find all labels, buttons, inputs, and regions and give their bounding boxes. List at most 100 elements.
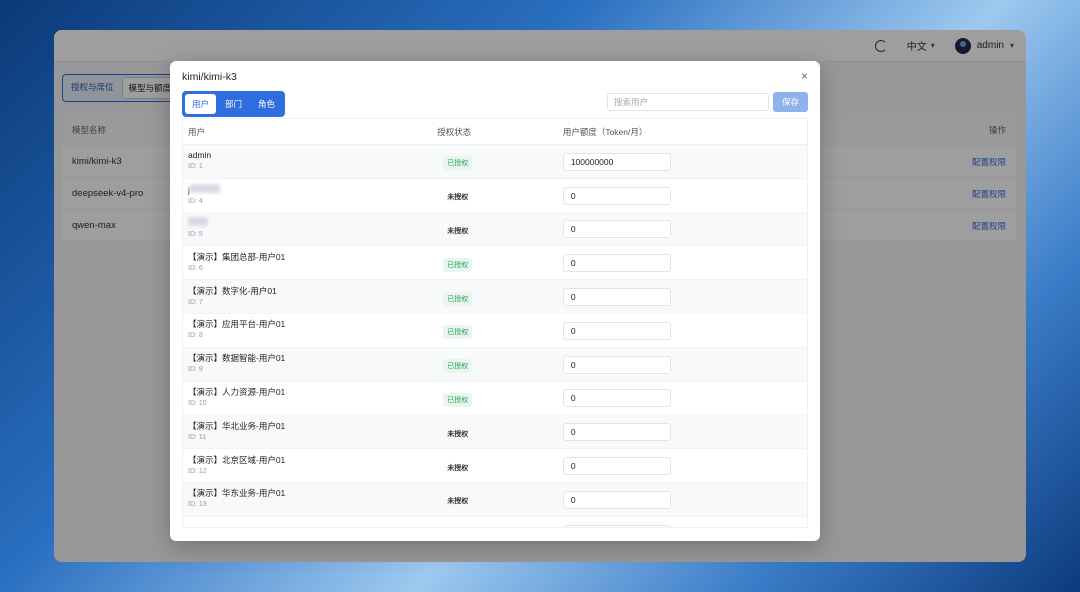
user-id: ID: 6	[188, 264, 203, 272]
status-cell: 未授权	[433, 423, 558, 441]
table-row: admin ID: 1 已授权	[183, 145, 807, 179]
dialog-tabs: 用户 部门 角色	[182, 91, 286, 117]
quota-input[interactable]	[562, 186, 671, 205]
tab-roles[interactable]: 角色	[251, 94, 282, 114]
user-name: j	[188, 183, 433, 196]
quota-cell	[558, 524, 807, 527]
table-header: 用户 授权状态 用户额度（Token/月）	[183, 119, 807, 145]
quota-input[interactable]	[562, 457, 671, 476]
quota-input[interactable]	[562, 254, 671, 273]
user-name: 【演示】集团总部-用户01	[188, 251, 286, 262]
user-cell: 【演示】人力资源-用户01 ID: 10	[183, 387, 433, 409]
user-name: admin	[188, 150, 212, 161]
table-row: 【演示】集团总部-用户01 ID: 6 已授权	[183, 246, 807, 281]
user-id: ID: 1	[188, 163, 203, 171]
status-badge: 未授权	[447, 498, 469, 506]
user-cell: admin ID: 1	[183, 150, 433, 172]
quota-input[interactable]	[562, 355, 671, 374]
user-name: 【演示】华北业务-用户01	[188, 420, 286, 431]
status-badge: 未授权	[447, 194, 469, 202]
user-name: 【演示】华东业务-用户01	[188, 488, 286, 499]
user-name: 【演示】北京区域-用户01	[188, 454, 286, 465]
user-permission-table: 用户 授权状态 用户额度（Token/月） adminID: 1已授权jID: …	[182, 118, 808, 528]
user-id: ID: 10	[188, 399, 207, 407]
status-badge: 已授权	[443, 392, 473, 407]
user-cell: 【演示】华东业务-用户01 ID: 13	[183, 488, 433, 510]
status-cell: 已授权	[433, 288, 558, 306]
quota-cell	[558, 321, 807, 340]
user-name: 【演示】数据智能-用户01	[188, 353, 286, 364]
user-cell: 【演示】数字化-用户01 ID: 7	[183, 286, 433, 308]
redacted-name	[188, 217, 208, 227]
quota-input[interactable]	[562, 524, 671, 527]
table-row: ID: 5 未授权	[183, 212, 807, 247]
quota-cell	[558, 186, 807, 205]
user-cell: 【演示】应用平台-用户01 ID: 8	[183, 319, 433, 341]
search-input[interactable]	[607, 93, 769, 111]
status-cell: 已授权	[433, 389, 558, 407]
quota-cell	[558, 388, 807, 408]
save-button[interactable]: 保存	[773, 92, 808, 112]
quota-cell	[558, 422, 807, 442]
tab-departments[interactable]: 部门	[218, 94, 249, 114]
permission-dialog: kimi/kimi-k3 × 用户 部门 角色 保存 用户 授权状态 用户额度（…	[170, 61, 820, 541]
table-row: 【演示】数据智能-用户01 ID: 9 已授权	[183, 347, 807, 382]
user-name	[188, 217, 433, 229]
quota-cell	[558, 490, 807, 509]
status-badge: 未授权	[447, 430, 469, 438]
quota-input[interactable]	[562, 321, 671, 340]
quota-input[interactable]	[562, 288, 671, 307]
user-name: 【演示】数字化-用户01	[188, 285, 277, 296]
status-badge: 未授权	[447, 464, 469, 472]
quota-cell	[558, 253, 807, 273]
user-cell: 【演示】华北业务-用户01 ID: 11	[183, 421, 433, 443]
status-cell: 未授权	[433, 220, 558, 238]
column-status: 授权状态	[437, 126, 472, 137]
table-body: adminID: 1已授权jID: 4未授权ID: 5未授权【演示】集团总部-用…	[183, 145, 807, 527]
status-badge: 已授权	[443, 257, 473, 272]
column-user: 用户	[188, 126, 206, 137]
quota-input[interactable]	[562, 490, 671, 509]
status-cell: 已授权	[433, 152, 558, 171]
quota-input[interactable]	[562, 152, 671, 171]
user-cell: 【演示】北京区域-用户01 ID: 12	[183, 455, 433, 477]
table-row: j ID: 4 未授权	[183, 179, 807, 213]
table-row: 【演示】人力资源-用户01 ID: 10 已授权	[183, 382, 807, 416]
status-cell: 已授权	[433, 355, 558, 374]
user-id: ID: 12	[188, 467, 207, 475]
quota-cell	[558, 219, 807, 239]
user-name: 【演示】应用平台-用户01	[188, 319, 286, 330]
user-id: ID: 8	[188, 332, 203, 340]
quota-cell	[558, 287, 807, 307]
user-id: ID: 7	[188, 298, 203, 306]
status-badge: 已授权	[443, 325, 473, 340]
table-row: 【演示】数字化-用户01 ID: 7 已授权	[183, 280, 807, 314]
status-badge: 已授权	[443, 291, 473, 306]
user-id: ID: 4	[188, 197, 203, 205]
table-row: 【演示】华北业务-用户01 ID: 11 未授权	[183, 415, 807, 450]
table-row: 【演示】华东业务-用户01 ID: 13 未授权	[183, 482, 807, 517]
close-icon[interactable]: ×	[801, 69, 808, 83]
user-cell: ID: 5	[183, 217, 433, 240]
user-cell: 【演示】数据智能-用户01 ID: 9	[183, 353, 433, 375]
status-badge: 已授权	[443, 359, 473, 374]
user-cell: 【演示】集团总部-用户01 ID: 6	[183, 252, 433, 274]
user-id: ID: 5	[188, 231, 203, 239]
table-row: 【演示】应用平台-用户01 ID: 8 已授权	[183, 314, 807, 348]
status-badge: 未授权	[447, 227, 469, 235]
quota-cell	[558, 355, 807, 374]
redacted-name	[189, 183, 220, 193]
status-cell: 已授权	[433, 321, 558, 340]
quota-input[interactable]	[562, 423, 671, 442]
user-id: ID: 11	[188, 433, 207, 441]
column-quota: 用户额度（Token/月）	[562, 126, 648, 137]
dialog-title: kimi/kimi-k3	[182, 71, 237, 83]
status-cell: 未授权	[433, 457, 558, 475]
tab-users[interactable]: 用户	[185, 94, 217, 114]
quota-input[interactable]	[562, 389, 671, 408]
quota-input[interactable]	[562, 220, 671, 239]
status-cell: 未授权	[433, 186, 558, 204]
user-id: ID: 9	[188, 366, 203, 374]
table-row: 【演示】北京区域-用户01 ID: 12 未授权	[183, 449, 807, 483]
quota-cell	[558, 456, 807, 476]
